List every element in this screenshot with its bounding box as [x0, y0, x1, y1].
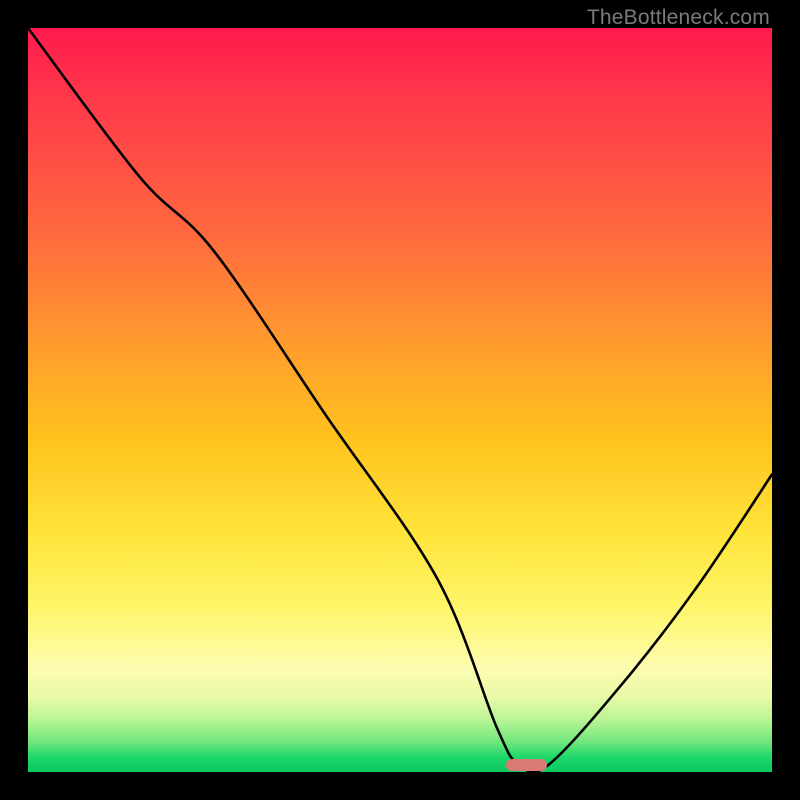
- chart-curve: [28, 28, 772, 772]
- minimum-marker: [506, 759, 548, 771]
- curve-path: [28, 28, 772, 772]
- chart-frame: TheBottleneck.com: [0, 0, 800, 800]
- chart-plot-area: [28, 28, 772, 772]
- watermark-text: TheBottleneck.com: [587, 6, 770, 30]
